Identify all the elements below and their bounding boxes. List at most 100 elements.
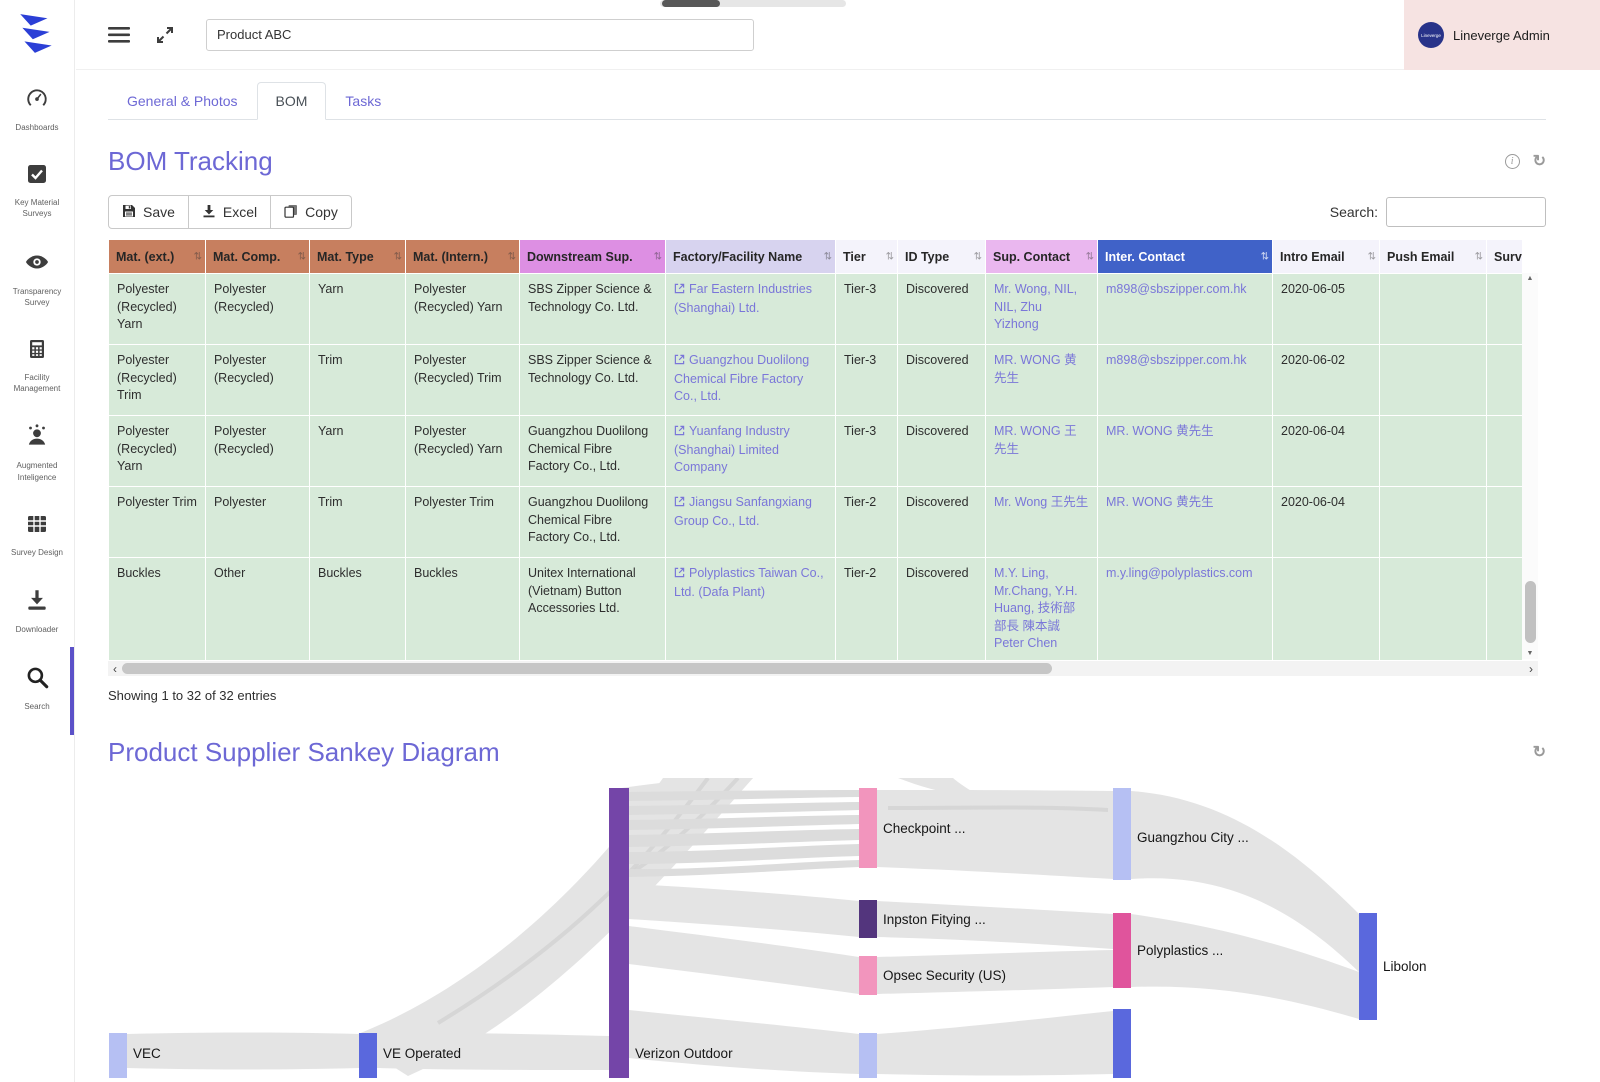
contact-link[interactable]: M.Y. Ling, Mr.Chang, Y.H. Huang, 技術部 部長 …	[994, 566, 1078, 650]
column-header-sup-contact[interactable]: Sup. Contact ⇅	[985, 239, 1098, 274]
scroll-left-arrow-icon[interactable]: ‹	[113, 663, 117, 675]
sankey-refresh-icon[interactable]: ↻	[1533, 744, 1546, 761]
table-row[interactable]: Polyester (Recycled) Yarn Polyester (Recy…	[108, 415, 1523, 487]
page-top-scrollbar-thumb[interactable]	[662, 0, 720, 7]
sort-icon[interactable]: ⇅	[654, 251, 662, 262]
column-header-tier[interactable]: Tier ⇅	[835, 239, 898, 274]
external-link-icon	[674, 566, 685, 584]
sort-icon[interactable]: ⇅	[974, 251, 982, 262]
sort-icon[interactable]: ⇅	[1475, 251, 1483, 262]
info-icon[interactable]: i	[1504, 154, 1520, 169]
contact-link[interactable]: MR. WONG 王先生	[994, 424, 1077, 456]
sankey-node-verizon-outdoor[interactable]	[609, 788, 629, 1078]
column-header-intro-email[interactable]: Intro Email ⇅	[1272, 239, 1380, 274]
sankey-node-guangzhou-city[interactable]	[1113, 788, 1131, 880]
column-header-mat-intern[interactable]: Mat. (Intern.) ⇅	[405, 239, 520, 274]
excel-button[interactable]: Excel	[188, 195, 272, 229]
contact-link[interactable]: MR. WONG 黄先生	[1106, 495, 1214, 509]
sankey-node-libolon[interactable]	[1359, 913, 1377, 1020]
user-panel[interactable]: Lineverge Lineverge Admin	[1404, 0, 1600, 70]
column-header-factory-facility-name[interactable]: Factory/Facility Name ⇅	[665, 239, 836, 274]
sankey-node-unlabeled-2[interactable]	[1113, 1009, 1131, 1078]
table-horizontal-scrollbar[interactable]: ‹ ›	[108, 661, 1538, 676]
column-header-mat-comp[interactable]: Mat. Comp. ⇅	[205, 239, 310, 274]
sidebar-item-search[interactable]: Search	[0, 647, 74, 736]
column-header-mat-ext[interactable]: Mat. (ext.) ⇅	[108, 239, 206, 274]
sidebar-item-facility-management[interactable]: Facility Management	[0, 326, 74, 405]
save-button[interactable]: Save	[108, 195, 189, 229]
sidebar-item-dashboards[interactable]: Dashboards	[0, 74, 74, 144]
scroll-down-arrow-icon[interactable]: ▼	[1527, 650, 1534, 657]
copy-button[interactable]: Copy	[271, 195, 352, 229]
contact-link[interactable]: Mr. Wong, NIL, NIL, Zhu Yizhong	[994, 282, 1077, 331]
table-row[interactable]: Buckles Other Buckles Buckles Unitex Interna…	[108, 557, 1523, 661]
factory-link[interactable]: Yuanfang Industry (Shanghai) Limited Com…	[674, 424, 790, 474]
sort-icon[interactable]: ⇅	[508, 251, 516, 262]
sidebar-item-downloader[interactable]: Downloader	[0, 576, 74, 646]
sankey-node-checkpoint[interactable]	[859, 788, 877, 868]
sankey-node-inpston[interactable]	[859, 900, 877, 938]
cell-id-type: Discovered	[897, 486, 986, 558]
contact-link[interactable]: m898@sbszipper.com.hk	[1106, 282, 1247, 296]
column-header-survey[interactable]: Survey	[1486, 239, 1523, 274]
column-header-downstream-sup[interactable]: Downstream Sup. ⇅	[519, 239, 666, 274]
sankey-node-unlabeled-1[interactable]	[859, 1033, 877, 1078]
factory-link[interactable]: Polyplastics Taiwan Co., Ltd. (Dafa Plan…	[674, 566, 824, 599]
horizontal-scroll-thumb[interactable]	[122, 663, 1052, 674]
table-search-input[interactable]	[1386, 197, 1546, 227]
contact-link[interactable]: m.y.ling@polyplastics.com	[1106, 566, 1253, 580]
sankey-label-opsec: Opsec Security (US)	[883, 968, 1006, 983]
refresh-icon[interactable]: ↻	[1533, 153, 1546, 170]
sankey-title: Product Supplier Sankey Diagram	[108, 737, 500, 767]
sidebar-item-survey-design[interactable]: Survey Design	[0, 501, 74, 569]
factory-link[interactable]: Far Eastern Industries (Shanghai) Ltd.	[674, 282, 812, 315]
contact-link[interactable]: MR. WONG 黄先生	[1106, 424, 1214, 438]
cell-inter-contact: m898@sbszipper.com.hk	[1097, 344, 1273, 416]
column-header-id-type[interactable]: ID Type ⇅	[897, 239, 986, 274]
sort-icon[interactable]: ⇅	[1368, 251, 1376, 262]
table-vertical-scrollbar[interactable]: ▲ ▼	[1522, 273, 1538, 659]
dashboards-icon	[24, 85, 50, 116]
cell-sup-contact: M.Y. Ling, Mr.Chang, Y.H. Huang, 技術部 部長 …	[985, 557, 1098, 661]
sankey-node-ve-operated[interactable]	[359, 1033, 377, 1078]
sort-icon[interactable]: ⇅	[298, 251, 306, 262]
column-header-inter-contact[interactable]: Inter. Contact ⇅	[1097, 239, 1273, 274]
sort-icon[interactable]: ⇅	[194, 251, 202, 262]
sankey-node-opsec[interactable]	[859, 956, 877, 995]
sidebar-item-augmented-intelligence[interactable]: Augmented Inteligence	[0, 412, 74, 493]
page-top-scrollbar[interactable]	[660, 0, 846, 7]
tab-bom[interactable]: BOM	[256, 82, 327, 120]
scroll-up-arrow-icon[interactable]: ▲	[1527, 275, 1534, 282]
table-row[interactable]: Polyester (Recycled) Yarn Polyester (Recy…	[108, 273, 1523, 345]
contact-link[interactable]: Mr. Wong 王先生	[994, 495, 1088, 509]
sankey-node-vec[interactable]	[109, 1033, 127, 1078]
tab-tasks[interactable]: Tasks	[326, 82, 400, 120]
sankey-label-ve-operated: VE Operated	[383, 1046, 461, 1061]
scroll-right-arrow-icon[interactable]: ›	[1529, 663, 1533, 675]
sort-icon[interactable]: ⇅	[1261, 251, 1269, 262]
table-row[interactable]: Polyester Trim Polyester Trim Polyester Tri…	[108, 486, 1523, 558]
sort-icon[interactable]: ⇅	[886, 251, 894, 262]
contact-link[interactable]: MR. WONG 黄先生	[994, 353, 1077, 385]
tab-general-photos[interactable]: General & Photos	[108, 82, 257, 120]
sidebar-item-key-material-surveys[interactable]: Key Material Surveys	[0, 151, 74, 230]
product-search-input[interactable]	[206, 18, 754, 51]
vertical-scroll-thumb[interactable]	[1524, 581, 1536, 643]
fullscreen-icon[interactable]	[156, 26, 174, 44]
sort-icon[interactable]: ⇅	[824, 251, 832, 262]
main-content: General & Photos BOM Tasks BOM Tracking …	[76, 70, 1600, 1082]
bom-table: Mat. (ext.) ⇅ Mat. Comp. ⇅ Mat. Type ⇅ Mat. (I…	[108, 239, 1538, 661]
table-row[interactable]: Polyester (Recycled) Trim Polyester (Recy…	[108, 344, 1523, 416]
sort-icon[interactable]: ⇅	[1086, 251, 1094, 262]
sidebar-item-transparency-survey[interactable]: Transparency Survey	[0, 238, 74, 319]
factory-link[interactable]: Jiangsu Sanfangxiang Group Co., Ltd.	[674, 495, 812, 528]
column-header-push-email[interactable]: Push Email ⇅	[1379, 239, 1487, 274]
cell-factory-facility-name: Jiangsu Sanfangxiang Group Co., Ltd.	[665, 486, 836, 558]
column-header-mat-type[interactable]: Mat. Type ⇅	[309, 239, 406, 274]
factory-link[interactable]: Guangzhou Duolilong Chemical Fibre Facto…	[674, 353, 809, 403]
hamburger-menu-icon[interactable]	[108, 26, 130, 43]
contact-link[interactable]: m898@sbszipper.com.hk	[1106, 353, 1247, 367]
sort-icon[interactable]: ⇅	[394, 251, 402, 262]
bom-table-body: Polyester (Recycled) Yarn Polyester (Recy…	[108, 273, 1523, 661]
sankey-node-polyplastics[interactable]	[1113, 913, 1131, 988]
